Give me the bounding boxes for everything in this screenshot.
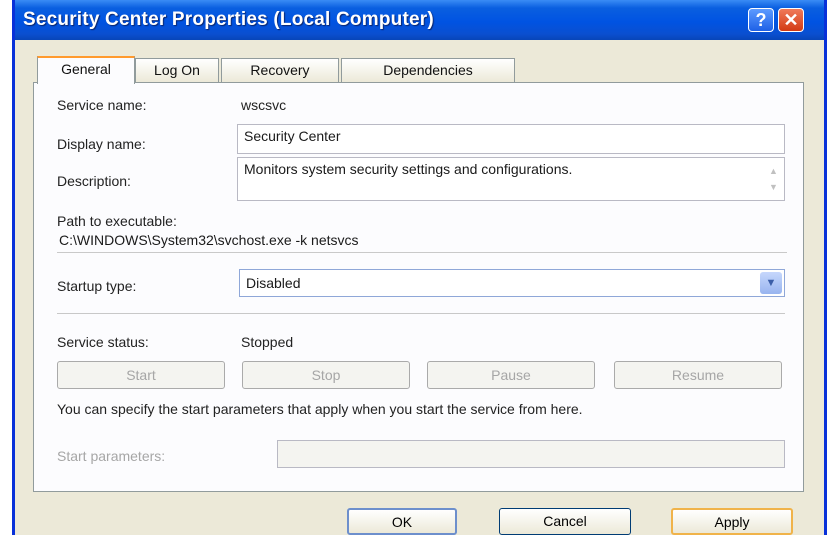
start-parameters-label: Start parameters:	[57, 448, 166, 464]
path-to-executable-label: Path to executable:	[57, 213, 177, 229]
service-status-value: Stopped	[241, 334, 294, 350]
description-text: Monitors system security settings and co…	[244, 161, 573, 177]
resume-button[interactable]: Resume	[614, 361, 782, 389]
start-button[interactable]: Start	[57, 361, 225, 389]
chevron-down-icon[interactable]: ▼	[760, 272, 782, 294]
service-name-label: Service name:	[57, 97, 147, 113]
properties-dialog: Security Center Properties (Local Comput…	[12, 0, 827, 535]
start-parameters-field[interactable]	[277, 440, 785, 468]
ok-button[interactable]: OK	[347, 508, 457, 535]
window-title: Security Center Properties (Local Comput…	[23, 9, 434, 30]
general-tab-panel: Service name: wscsvc Display name: Secur…	[33, 82, 804, 492]
help-button[interactable]: ?	[748, 8, 774, 32]
close-icon: ✕	[783, 10, 799, 30]
description-label: Description:	[57, 173, 131, 189]
apply-button[interactable]: Apply	[671, 508, 793, 535]
divider	[57, 313, 785, 314]
tab-dependencies[interactable]: Dependencies	[341, 58, 515, 82]
path-to-executable-value: C:\WINDOWS\System32\svchost.exe -k netsv…	[57, 232, 787, 253]
display-name-field[interactable]: Security Center	[237, 124, 785, 154]
stop-button[interactable]: Stop	[242, 361, 410, 389]
scroll-down-icon[interactable]: ▼	[765, 180, 782, 194]
scroll-up-icon[interactable]: ▲	[765, 164, 782, 178]
start-parameters-hint: You can specify the start parameters tha…	[57, 401, 583, 417]
close-button[interactable]: ✕	[778, 8, 804, 32]
display-name-label: Display name:	[57, 136, 146, 152]
startup-type-select[interactable]: Disabled ▼	[239, 269, 785, 297]
service-status-label: Service status:	[57, 334, 149, 350]
description-field[interactable]: Monitors system security settings and co…	[237, 157, 785, 201]
title-bar[interactable]: Security Center Properties (Local Comput…	[15, 0, 824, 40]
tab-log-on[interactable]: Log On	[135, 58, 219, 82]
cancel-button[interactable]: Cancel	[499, 508, 631, 535]
tab-recovery[interactable]: Recovery	[221, 58, 339, 82]
startup-type-value: Disabled	[246, 275, 301, 291]
pause-button[interactable]: Pause	[427, 361, 595, 389]
help-icon: ?	[755, 10, 767, 30]
tab-general[interactable]: General	[37, 56, 135, 84]
description-scrollbar[interactable]: ▲ ▼	[765, 160, 782, 198]
service-name-value: wscsvc	[241, 97, 287, 113]
startup-type-label: Startup type:	[57, 278, 137, 294]
